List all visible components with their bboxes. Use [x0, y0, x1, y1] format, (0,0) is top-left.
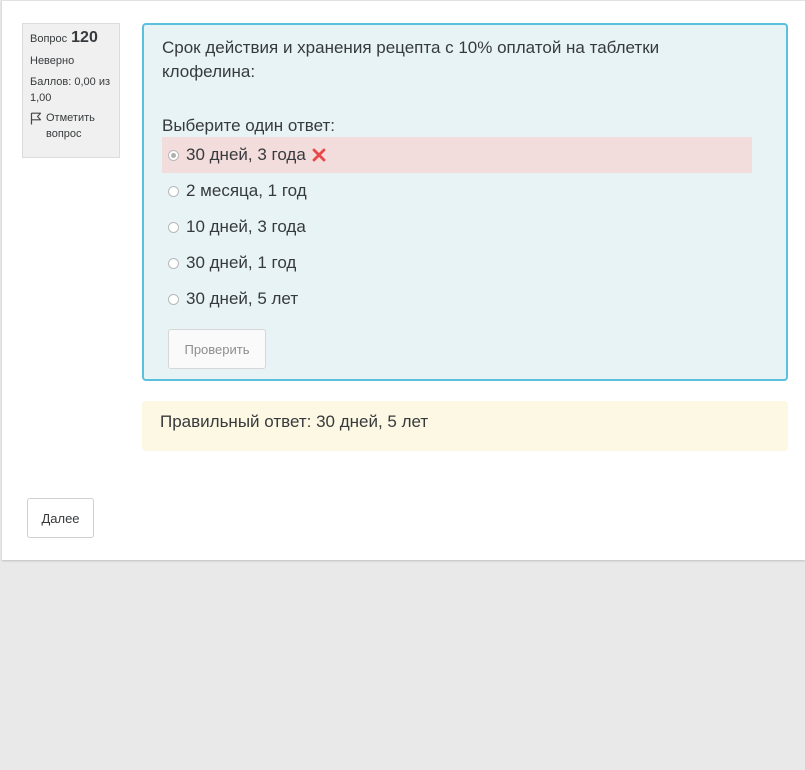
answer-option[interactable]: 30 дней, 5 лет	[162, 281, 752, 317]
question-grade: Баллов: 0,00 из 1,00	[30, 76, 111, 104]
question-formulation: Срок действия и хранения рецепта с 10% о…	[142, 23, 788, 381]
flag-icon	[30, 112, 42, 125]
question-label: Вопрос	[30, 33, 68, 45]
flag-question-link[interactable]: Отметить вопрос	[30, 110, 112, 142]
answer-radio[interactable]	[168, 221, 179, 233]
question-number-line: Вопрос 120	[30, 30, 112, 47]
answer-option[interactable]: 10 дней, 3 года	[162, 209, 752, 245]
answer-label: 30 дней, 5 лет	[186, 289, 299, 308]
answer-label: 30 дней, 3 года	[186, 145, 306, 164]
answer-radio[interactable]	[168, 293, 179, 305]
incorrect-x-icon	[312, 148, 326, 162]
answer-label: 10 дней, 3 года	[186, 217, 306, 236]
question-state: Неверно	[30, 55, 75, 67]
question-number: 120	[71, 29, 98, 46]
answer-label: 2 месяца, 1 год	[186, 181, 307, 200]
answer-radio[interactable]	[168, 257, 179, 269]
answer-label: 30 дней, 1 год	[186, 253, 297, 272]
answer-prompt: Выберите один ответ:	[162, 116, 335, 135]
flag-question-label: Отметить вопрос	[46, 112, 95, 140]
answer-option[interactable]: 2 месяца, 1 год	[162, 173, 752, 209]
right-answer-text: Правильный ответ: 30 дней, 5 лет	[160, 412, 429, 431]
check-button[interactable]: Проверить	[168, 329, 266, 369]
next-button[interactable]: Далее	[27, 498, 94, 538]
page-content: Вопрос 120 Неверно Баллов: 0,00 из 1,00 …	[2, 0, 805, 560]
question-text: Срок действия и хранения рецепта с 10% о…	[162, 38, 660, 81]
answer-radio[interactable]	[168, 185, 179, 197]
answer-option[interactable]: 30 дней, 1 год	[162, 245, 752, 281]
question-info-panel: Вопрос 120 Неверно Баллов: 0,00 из 1,00 …	[22, 23, 120, 158]
answer-radio[interactable]	[168, 149, 179, 161]
answer-option[interactable]: 30 дней, 3 года	[162, 137, 752, 173]
answer-list: 30 дней, 3 года 2 месяца, 1 год 10 дней, 3…	[162, 137, 752, 317]
feedback-box: Правильный ответ: 30 дней, 5 лет	[142, 401, 788, 451]
